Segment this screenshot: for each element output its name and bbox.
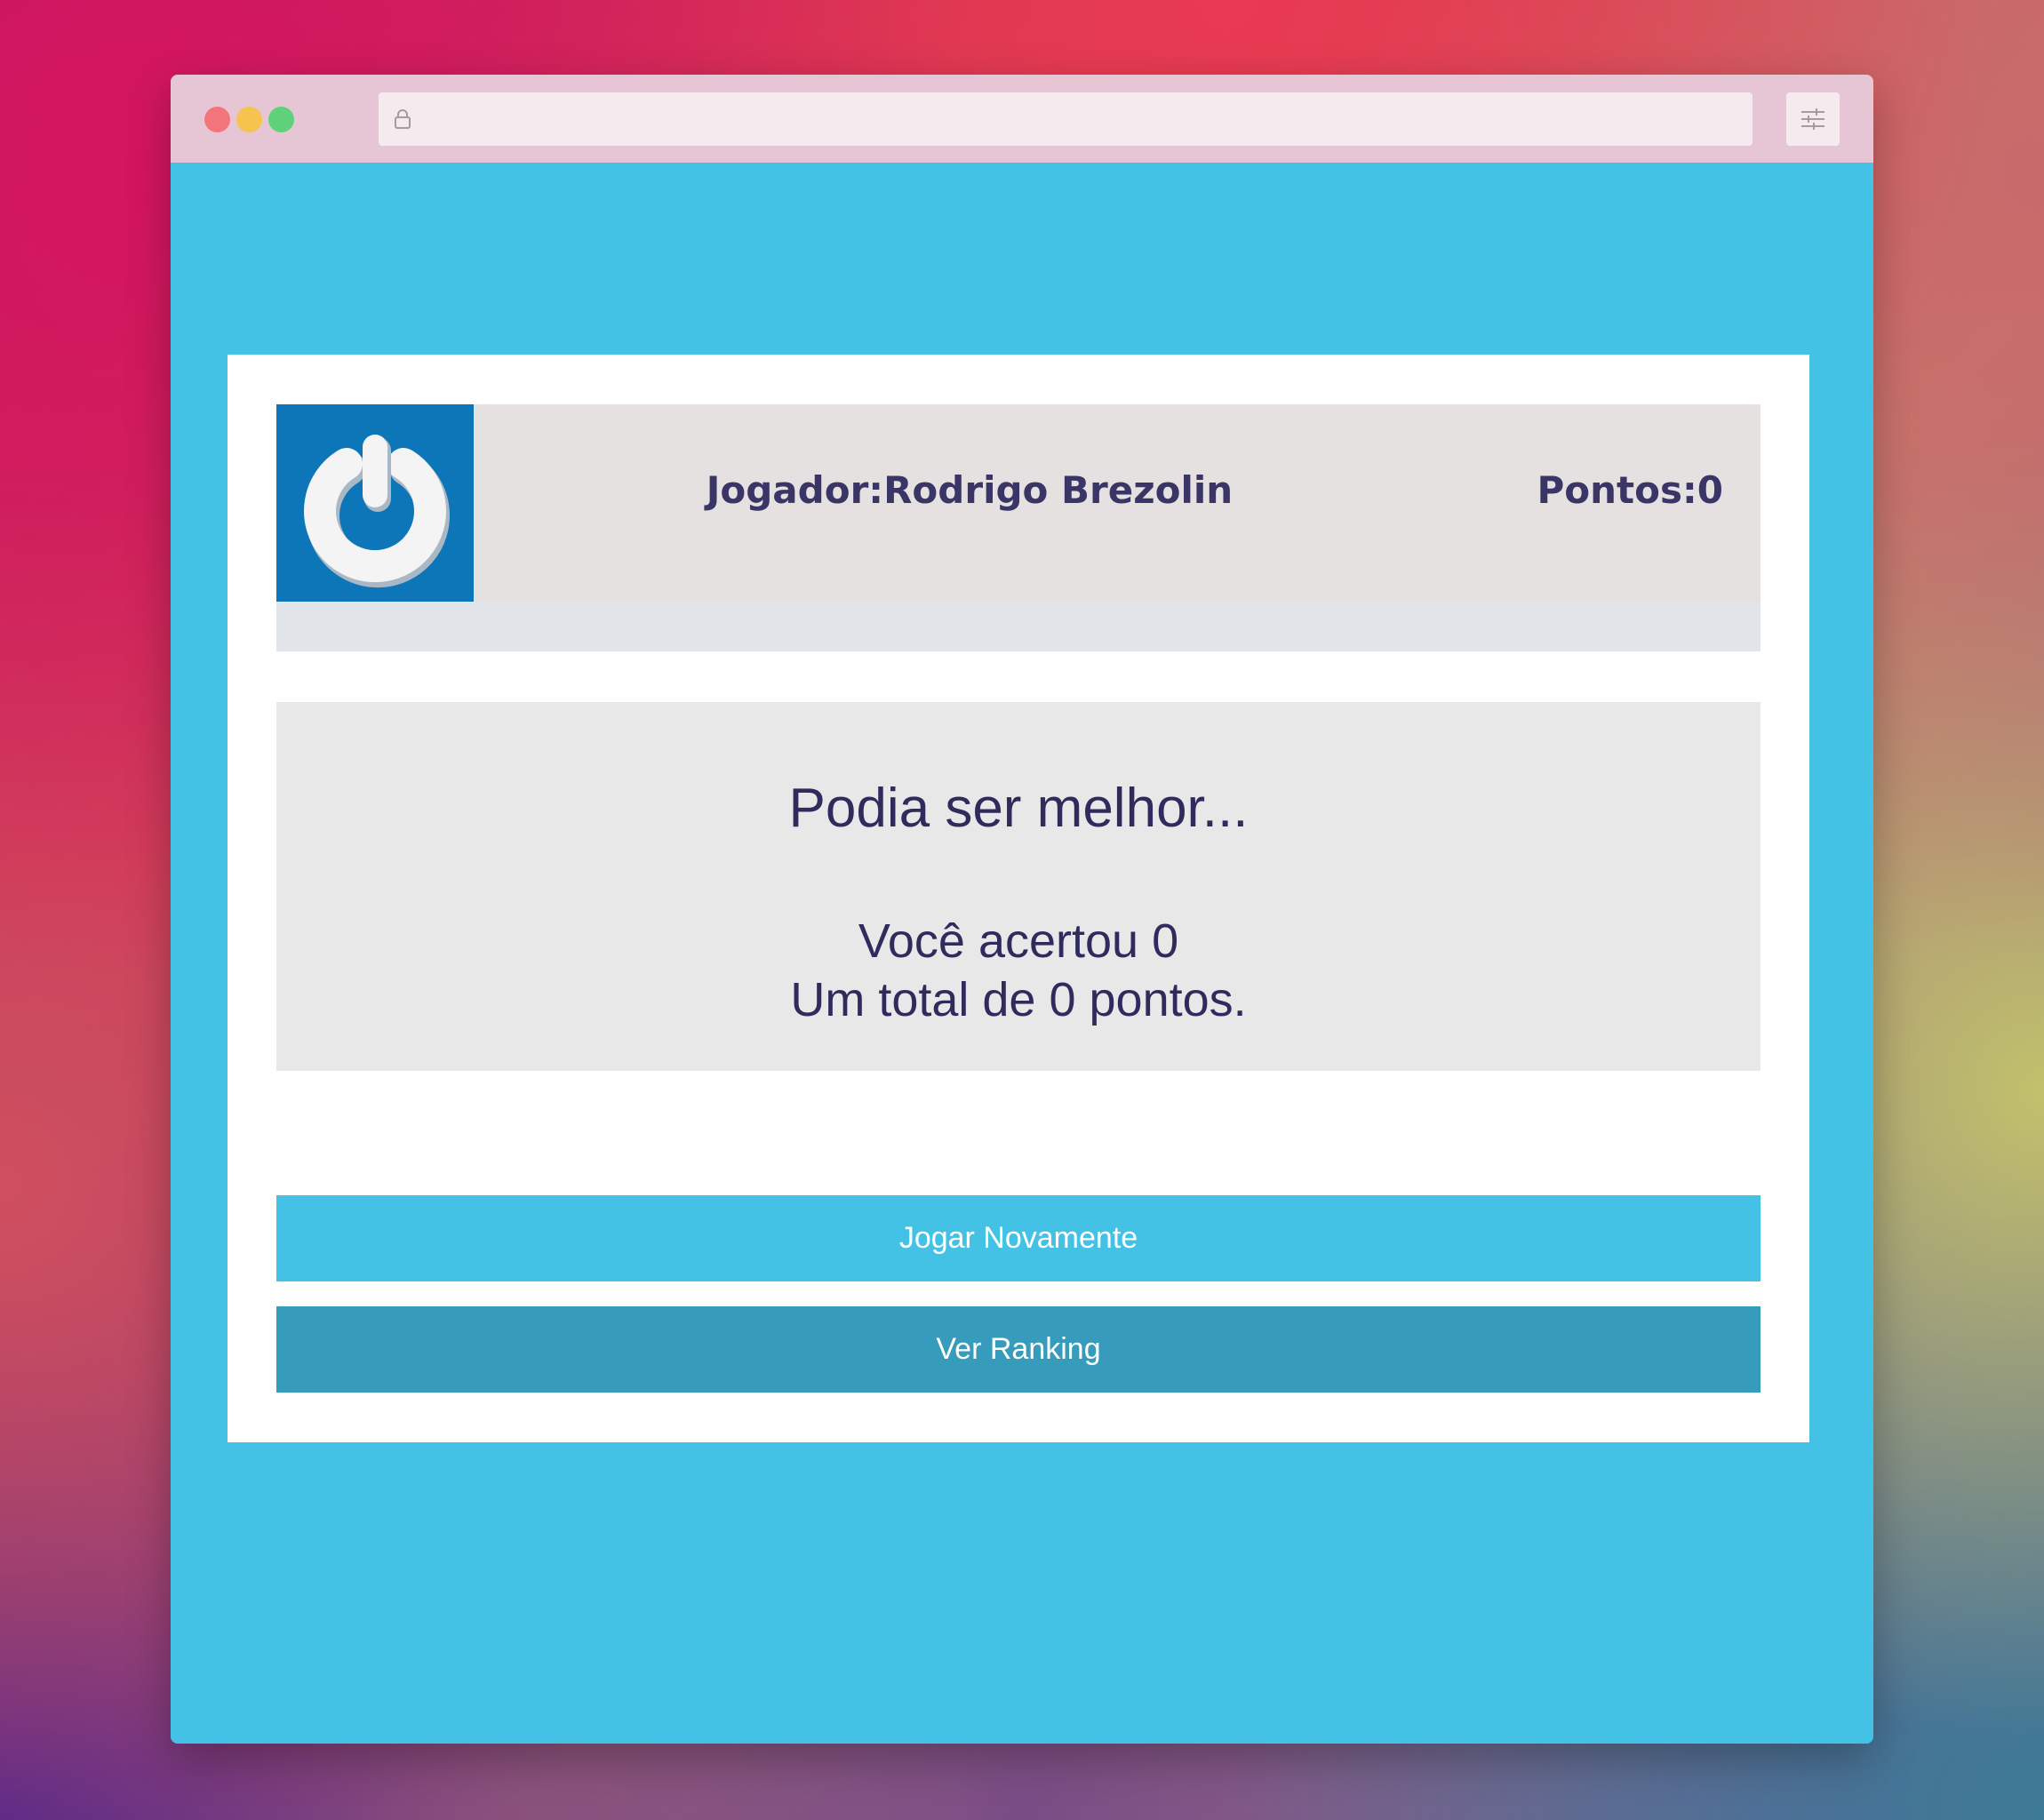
settings-button[interactable] bbox=[1786, 92, 1840, 146]
points-label: Pontos: bbox=[1537, 468, 1697, 512]
points-info: Pontos:0 bbox=[1537, 459, 1724, 522]
page-viewport: Jogador:Rodrigo Brezolin Pontos:0 Podia … bbox=[171, 163, 1873, 1744]
minimize-window-button[interactable] bbox=[236, 107, 262, 132]
player-label: Jogador: bbox=[706, 468, 884, 512]
maximize-window-button[interactable] bbox=[268, 107, 294, 132]
browser-titlebar bbox=[171, 75, 1873, 163]
app-logo bbox=[276, 404, 474, 602]
points-value: 0 bbox=[1697, 468, 1723, 512]
result-title: Podia ser melhor... bbox=[788, 778, 1249, 839]
lock-icon bbox=[393, 108, 412, 130]
address-bar[interactable] bbox=[379, 92, 1753, 146]
player-info: Jogador:Rodrigo Brezolin bbox=[614, 459, 1325, 522]
player-header: Jogador:Rodrigo Brezolin Pontos:0 bbox=[276, 404, 1761, 651]
browser-window: Jogador:Rodrigo Brezolin Pontos:0 Podia … bbox=[171, 75, 1873, 1744]
player-header-bar: Jogador:Rodrigo Brezolin Pontos:0 bbox=[276, 404, 1761, 602]
player-name: Rodrigo Brezolin bbox=[883, 468, 1234, 512]
play-again-button[interactable]: Jogar Novamente bbox=[276, 1195, 1761, 1281]
correct-answers-text: Você acertou 0 bbox=[858, 914, 1179, 968]
close-window-button[interactable] bbox=[204, 107, 230, 132]
power-icon bbox=[304, 435, 450, 588]
result-panel: Podia ser melhor... Você acertou 0 Um to… bbox=[276, 702, 1761, 1071]
total-points-text: Um total de 0 pontos. bbox=[790, 973, 1247, 1026]
view-ranking-button[interactable]: Ver Ranking bbox=[276, 1306, 1761, 1393]
game-result-card: Jogador:Rodrigo Brezolin Pontos:0 Podia … bbox=[228, 355, 1809, 1442]
